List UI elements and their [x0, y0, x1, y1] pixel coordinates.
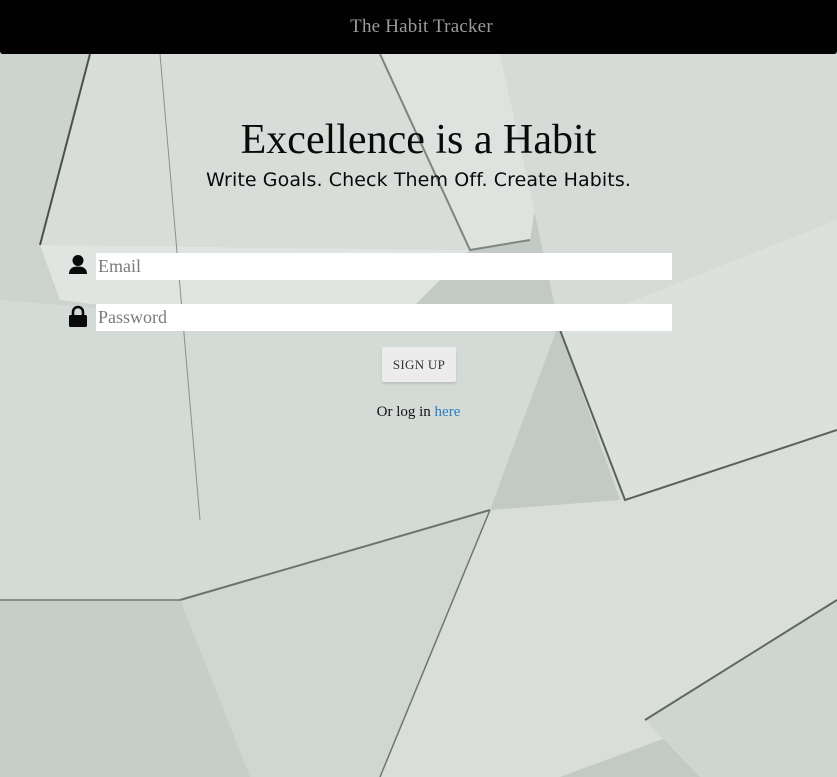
brand-title[interactable]: The Habit Tracker: [350, 16, 493, 38]
email-input[interactable]: [96, 253, 672, 280]
password-row: [66, 304, 672, 331]
login-prompt-text: Or log in: [376, 404, 431, 420]
top-navbar: The Habit Tracker: [0, 0, 837, 54]
hero-section: Excellence is a Habit Write Goals. Check…: [0, 112, 837, 194]
page-tagline: Write Goals. Check Them Off. Create Habi…: [206, 169, 631, 191]
page-title: Excellence is a Habit: [240, 117, 597, 163]
login-prompt: Or log in here: [0, 404, 837, 421]
login-link[interactable]: here: [435, 404, 461, 420]
user-icon: [66, 253, 90, 280]
email-row: [66, 253, 672, 280]
lock-icon: [66, 304, 90, 331]
sign-up-button[interactable]: SIGN UP: [382, 347, 456, 382]
password-input[interactable]: [96, 304, 672, 331]
